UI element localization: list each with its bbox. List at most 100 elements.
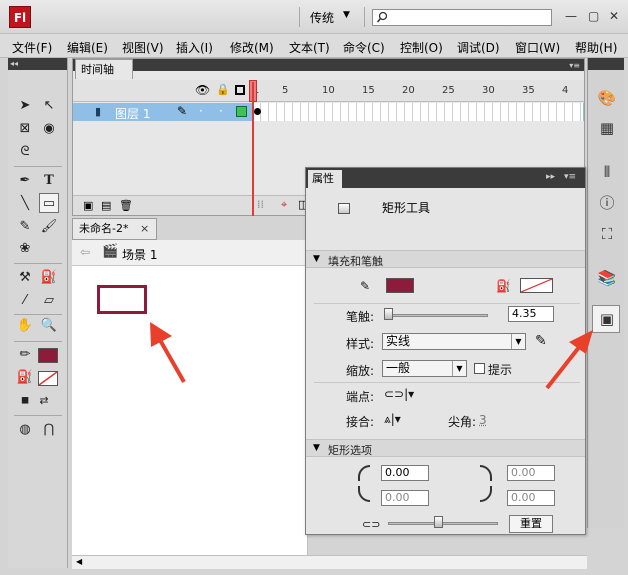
bone-tool-icon[interactable]: ⚒	[15, 268, 35, 288]
layer-name[interactable]: 图层 1	[115, 105, 150, 122]
frame-cells[interactable]	[253, 103, 583, 121]
menu-insert[interactable]: 插入(I)	[176, 39, 213, 56]
visibility-dot[interactable]: ·	[199, 104, 203, 118]
menu-debug[interactable]: 调试(D)	[457, 39, 500, 56]
collapse-icon[interactable]: ▸▸	[546, 172, 555, 182]
section-fill-stroke[interactable]: ▼ 填充和笔触	[306, 250, 585, 268]
transform-panel-icon[interactable]: ⛶	[597, 224, 617, 244]
drawn-rectangle[interactable]	[97, 285, 147, 314]
stroke-width-input[interactable]: 4.35	[508, 306, 554, 322]
stroke-slider-thumb[interactable]	[384, 308, 393, 320]
panel-menu-icon[interactable]: ▾≡	[569, 61, 580, 70]
edit-stroke-style-icon[interactable]: ✎	[535, 333, 547, 349]
free-transform-tool-icon[interactable]: ⊠	[15, 119, 35, 139]
align-panel-icon[interactable]: ⫴	[597, 162, 617, 182]
corner-radius-top-right-input[interactable]: 0.00	[507, 465, 555, 481]
timeline-ruler: 👁 🔒 1 5 10 15 20 25 30 35 4	[73, 80, 584, 102]
layer-outline-color[interactable]	[236, 106, 247, 117]
3d-rotation-tool-icon[interactable]: ◉	[39, 119, 59, 139]
cap-style-dropdown[interactable]: ⊂⊃|▾	[384, 387, 414, 401]
text-tool-icon[interactable]: T	[39, 171, 59, 191]
menu-text[interactable]: 文本(T)	[289, 39, 330, 56]
swatches-panel-icon[interactable]: ▦	[597, 118, 617, 138]
fill-color-swatch[interactable]	[38, 371, 58, 386]
maximize-button[interactable]: ▢	[588, 9, 599, 23]
deco-tool-icon[interactable]: ❀	[15, 239, 35, 259]
close-icon[interactable]: ×	[140, 222, 149, 235]
zoom-tool-icon[interactable]: 🔍	[39, 316, 59, 336]
tab-timeline[interactable]: 时间轴	[75, 59, 133, 79]
lasso-tool-icon[interactable]: ᘓ	[15, 142, 35, 162]
panel-collapse-icon[interactable]: ◂◂	[8, 58, 67, 70]
eye-icon[interactable]: 👁	[195, 83, 210, 97]
delete-layer-icon[interactable]: 🗑	[119, 199, 133, 212]
eraser-tool-icon[interactable]: ▱	[39, 291, 59, 311]
keyframe-dot[interactable]	[254, 108, 261, 115]
scale-dropdown[interactable]: 一般 ▼	[382, 360, 467, 377]
fill-color-swatch[interactable]	[520, 278, 553, 293]
link-corners-icon[interactable]: ⊂⊃	[362, 518, 380, 531]
menu-view[interactable]: 视图(V)	[122, 39, 164, 56]
chevron-down-icon[interactable]: ▼	[343, 10, 350, 20]
playhead-line[interactable]	[252, 82, 254, 216]
corner-slider-thumb[interactable]	[434, 516, 443, 528]
outline-icon[interactable]	[235, 85, 245, 95]
tab-properties[interactable]: 属性	[308, 170, 342, 188]
object-drawing-icon[interactable]: ◍	[15, 420, 35, 440]
fill-bucket-icon: ⛽	[496, 279, 511, 293]
stroke-color-swatch[interactable]	[386, 278, 414, 293]
menu-help[interactable]: 帮助(H)	[575, 39, 617, 56]
swap-colors-icon[interactable]: ⇄	[34, 391, 54, 411]
stage-horizontal-scrollbar[interactable]: ◀	[72, 555, 587, 569]
new-layer-icon[interactable]: ▣	[83, 199, 93, 212]
new-folder-icon[interactable]: ▤	[101, 199, 111, 212]
color-panel-icon[interactable]: 🎨	[597, 88, 617, 108]
menu-file[interactable]: 文件(F)	[12, 39, 52, 56]
stroke-slider-track[interactable]	[386, 314, 488, 317]
corner-radius-bottom-right-input[interactable]: 0.00	[507, 490, 555, 506]
brush-tool-icon[interactable]: 🖌	[39, 217, 59, 237]
menu-modify[interactable]: 修改(M)	[230, 39, 274, 56]
default-colors-icon[interactable]: ◼	[15, 391, 35, 411]
lock-dot[interactable]: ·	[219, 104, 223, 118]
stroke-color-swatch[interactable]	[38, 348, 58, 363]
scroll-left-icon[interactable]: ◀	[76, 557, 82, 566]
divider	[314, 382, 580, 383]
snap-to-objects-icon[interactable]: ⋂	[39, 420, 59, 440]
selection-tool-icon[interactable]: ➤	[15, 96, 35, 116]
rectangle-tool-icon[interactable]: ▭	[39, 193, 59, 213]
right-dock: 🎨 ▦ ⫴ ⓘ ⛶ 📚 ▣	[587, 58, 624, 528]
workspace-switcher[interactable]: 传统	[310, 9, 334, 26]
center-frame-icon[interactable]: ⌖	[281, 198, 287, 212]
reset-button[interactable]: 重置	[509, 515, 553, 533]
menu-control[interactable]: 控制(O)	[400, 39, 443, 56]
menu-window[interactable]: 窗口(W)	[515, 39, 560, 56]
corner-radius-top-left-input[interactable]: 0.00	[381, 465, 429, 481]
miter-value[interactable]: 3	[479, 413, 487, 427]
pen-tool-icon[interactable]: ✒	[15, 171, 35, 191]
close-button[interactable]: ✕	[609, 9, 619, 23]
search-input[interactable]	[372, 9, 552, 26]
back-arrow-icon[interactable]: ⇦	[80, 245, 90, 259]
divider-grip-icon[interactable]: ⁞⁞	[257, 198, 264, 211]
scene-label[interactable]: 场景 1	[122, 246, 157, 263]
hand-tool-icon[interactable]: ✋	[15, 316, 35, 336]
join-style-dropdown[interactable]: ⩓|▾	[384, 412, 401, 427]
menu-edit[interactable]: 编辑(E)	[67, 39, 108, 56]
line-tool-icon[interactable]: ╲	[15, 194, 35, 214]
pencil-tool-icon[interactable]: ✎	[15, 217, 35, 237]
hint-checkbox[interactable]	[474, 363, 485, 374]
subselection-tool-icon[interactable]: ↖	[39, 96, 59, 116]
info-panel-icon[interactable]: ⓘ	[597, 193, 617, 213]
minimize-button[interactable]: —	[565, 9, 577, 23]
library-panel-icon[interactable]: 📚	[597, 268, 617, 288]
panel-menu-icon[interactable]: ▾≡	[564, 172, 576, 182]
eyedropper-tool-icon[interactable]: ⁄	[15, 291, 35, 311]
corner-slider-track[interactable]	[388, 522, 498, 525]
menu-commands[interactable]: 命令(C)	[343, 39, 385, 56]
lock-icon[interactable]: 🔒	[216, 83, 230, 96]
style-dropdown[interactable]: 实线 ▼	[382, 333, 526, 350]
corner-radius-bottom-left-input[interactable]: 0.00	[381, 490, 429, 506]
section-rectangle-options[interactable]: ▼ 矩形选项	[306, 439, 585, 457]
paint-bucket-tool-icon[interactable]: ⛽	[39, 268, 59, 288]
